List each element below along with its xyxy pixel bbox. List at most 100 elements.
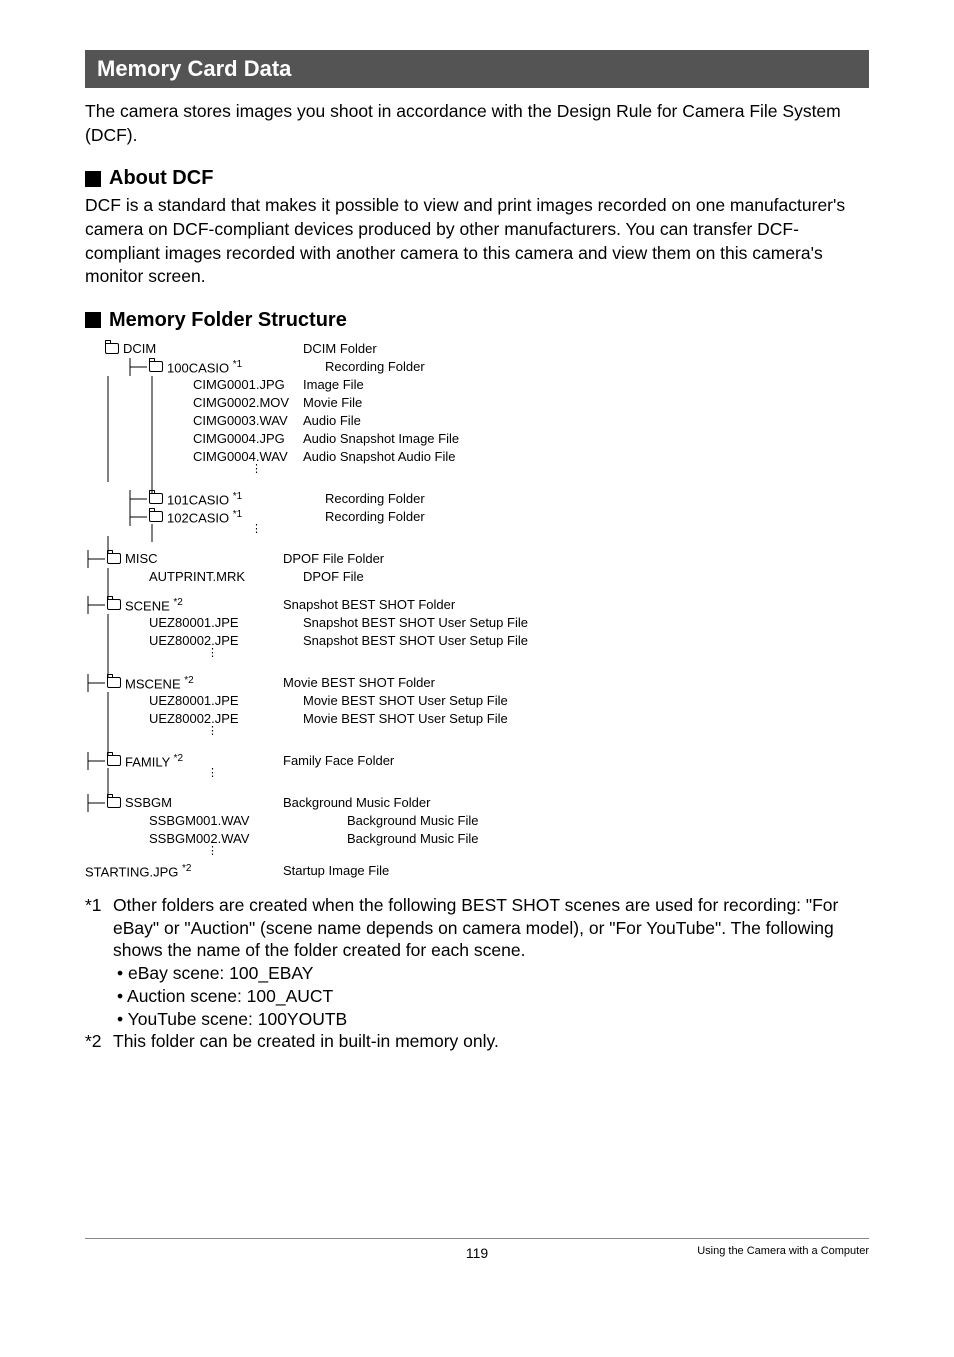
tree-row: SSBGM Background Music Folder (85, 794, 869, 812)
subhead-title: About DCF (109, 167, 213, 190)
subhead-about-dcf: About DCF (85, 167, 869, 190)
tree-label: CIMG0004.JPG (193, 431, 285, 446)
tree-label: MISC (125, 551, 158, 566)
tree-row: MISC DPOF File Folder (85, 550, 869, 568)
tree-row: 102CASIO *1 Recording Folder (85, 508, 869, 526)
tree-label: UEZ80002.JPE (149, 711, 239, 726)
page-number: 119 (466, 1245, 488, 1261)
tree-desc: Snapshot BEST SHOT User Setup File (303, 633, 528, 648)
tree-row: ⋮ (85, 848, 869, 862)
folder-icon (107, 797, 121, 808)
tree-desc: Image File (303, 377, 364, 392)
folder-icon (107, 755, 121, 766)
tree-label: DCIM (123, 341, 156, 356)
tree-label: SCENE *2 (125, 597, 183, 613)
tree-label: SSBGM002.WAV (149, 831, 249, 846)
tree-row (85, 664, 869, 674)
tree-row: ⋮ (85, 770, 869, 784)
tree-row (85, 586, 869, 596)
intro-text: The camera stores images you shoot in ac… (85, 100, 869, 147)
tree-label: UEZ80001.JPE (149, 693, 239, 708)
tree-desc: Recording Folder (325, 359, 425, 374)
footnote-mark: *2 (85, 1030, 113, 1053)
tree-row (85, 742, 869, 752)
folder-icon (149, 511, 163, 522)
tree-row: CIMG0004.WAV Audio Snapshot Audio File (85, 448, 869, 466)
folder-icon (149, 493, 163, 504)
footer-right-text: Using the Camera with a Computer (697, 1245, 869, 1257)
folder-icon (107, 599, 121, 610)
tree-label: UEZ80002.JPE (149, 633, 239, 648)
subhead-title: Memory Folder Structure (109, 309, 347, 332)
tree-row: UEZ80002.JPE Movie BEST SHOT User Setup F… (85, 710, 869, 728)
tree-desc: Background Music Folder (283, 795, 430, 810)
tree-row: CIMG0004.JPG Audio Snapshot Image File (85, 430, 869, 448)
tree-row: CIMG0001.JPG Image File (85, 376, 869, 394)
tree-label: FAMILY *2 (125, 753, 183, 769)
tree-label: CIMG0004.WAV (193, 449, 288, 464)
tree-row: CIMG0002.MOVMovie File (85, 394, 869, 412)
page-footer: 119 Using the Camera with a Computer (85, 1238, 869, 1257)
tree-row: UEZ80002.JPE Snapshot BEST SHOT User Setu… (85, 632, 869, 650)
footnote-mark: *1 (85, 894, 113, 962)
footnote-text: Other folders are created when the follo… (113, 894, 869, 962)
tree-row: 100CASIO *1 Recording Folder (85, 358, 869, 376)
tree-label: 101CASIO *1 (167, 491, 242, 507)
tree-desc: Background Music File (347, 831, 479, 846)
footnotes: *1 Other folders are created when the fo… (85, 894, 869, 1053)
tree-row: UEZ80001.JPESnapshot BEST SHOT User Setu… (85, 614, 869, 632)
tree-row: AUTPRINT.MRK DPOF File (85, 568, 869, 586)
tree-desc: Startup Image File (283, 863, 389, 878)
tree-label: STARTING.JPG *2 (85, 863, 191, 879)
tree-row: SSBGM001.WAV Background Music File (85, 812, 869, 830)
section-header: Memory Card Data (85, 50, 869, 88)
tree-label: SSBGM001.WAV (149, 813, 249, 828)
tree-row: STARTING.JPG *2 Startup Image File (85, 862, 869, 880)
footnote-text: This folder can be created in built-in m… (113, 1030, 499, 1053)
tree-desc: Audio Snapshot Audio File (303, 449, 456, 464)
tree-desc: Snapshot BEST SHOT User Setup File (303, 615, 528, 630)
tree-desc: Snapshot BEST SHOT Folder (283, 597, 455, 612)
tree-desc: Movie BEST SHOT User Setup File (303, 711, 508, 726)
tree-desc: DCIM Folder (303, 341, 377, 356)
tree-row: ⋮ (85, 526, 869, 540)
tree-row: ⋮ (85, 466, 869, 480)
tree-desc: Recording Folder (325, 491, 425, 506)
tree-row (85, 480, 869, 490)
tree-row: SSBGM002.WAV Background Music File (85, 830, 869, 848)
folder-icon (105, 343, 119, 354)
tree-label: MSCENE *2 (125, 675, 194, 691)
tree-row: SCENE *2 Snapshot BEST SHOT Folder (85, 596, 869, 614)
tree-label: CIMG0003.WAV (193, 413, 288, 428)
tree-row (85, 784, 869, 794)
tree-desc: Background Music File (347, 813, 479, 828)
square-bullet-icon (85, 171, 101, 187)
footnote-bullet: • Auction scene: 100_AUCT (85, 985, 869, 1008)
tree-row: UEZ80001.JPEMovie BEST SHOT User Setup F… (85, 692, 869, 710)
tree-label: AUTPRINT.MRK (149, 569, 245, 584)
subhead-folder-structure: Memory Folder Structure (85, 309, 869, 332)
tree-row: DCIM DCIM Folder (85, 340, 869, 358)
tree-label: 100CASIO *1 (167, 359, 242, 375)
folder-tree: DCIM DCIM Folder 100CASIO *1 Recording Fold… (85, 340, 869, 880)
folder-icon (107, 677, 121, 688)
about-dcf-para: DCF is a standard that makes it possible… (85, 194, 869, 289)
tree-label: CIMG0001.JPG (193, 377, 285, 392)
tree-desc: Audio Snapshot Image File (303, 431, 459, 446)
tree-row: CIMG0003.WAV Audio File (85, 412, 869, 430)
folder-icon (149, 361, 163, 372)
tree-desc: Audio File (303, 413, 361, 428)
tree-label: CIMG0002.MOV (193, 395, 289, 410)
tree-desc: DPOF File (303, 569, 364, 584)
tree-desc: Recording Folder (325, 509, 425, 524)
tree-desc: Family Face Folder (283, 753, 394, 768)
tree-row: MSCENE *2Movie BEST SHOT Folder (85, 674, 869, 692)
folder-icon (107, 553, 121, 564)
tree-label: SSBGM (125, 795, 172, 810)
tree-desc: DPOF File Folder (283, 551, 384, 566)
tree-row: 101CASIO *1 Recording Folder (85, 490, 869, 508)
footnote-bullet: • YouTube scene: 100YOUTB (85, 1008, 869, 1031)
square-bullet-icon (85, 312, 101, 328)
tree-label: 102CASIO *1 (167, 509, 242, 525)
footnote-bullet: • eBay scene: 100_EBAY (85, 962, 869, 985)
